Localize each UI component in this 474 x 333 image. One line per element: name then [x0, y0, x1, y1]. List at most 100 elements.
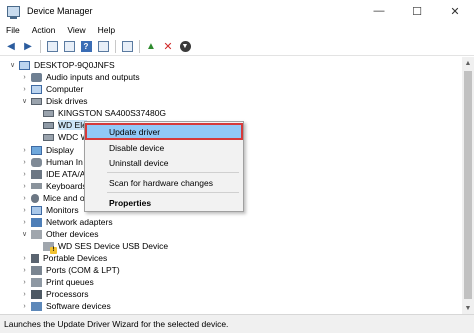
port-icon	[31, 265, 42, 275]
tree-item[interactable]: › Display	[20, 144, 74, 156]
back-arrow-icon[interactable]: ◀	[4, 40, 18, 54]
properties-menu-item[interactable]: Properties	[85, 196, 243, 209]
tree-item[interactable]: › Monitors	[20, 204, 78, 216]
toolbar-separator	[139, 40, 140, 53]
scrollbar-thumb[interactable]	[464, 71, 472, 299]
menu-view[interactable]: View	[61, 25, 91, 35]
tree-item[interactable]: › Computer	[20, 83, 83, 95]
menu-help[interactable]: Help	[92, 25, 121, 35]
warning-device-icon	[43, 241, 57, 254]
processor-icon	[31, 289, 42, 299]
collapse-chevron-icon[interactable]: ∨	[20, 230, 29, 238]
expand-chevron-icon[interactable]: ›	[20, 195, 29, 202]
menu-separator	[107, 192, 239, 193]
scan-hardware-icon[interactable]	[120, 40, 134, 54]
menu-file[interactable]: File	[0, 25, 26, 35]
tree-item[interactable]: › Mice and o	[20, 192, 85, 204]
context-menu: Update driver Disable device Uninstall d…	[84, 121, 244, 212]
expand-chevron-icon[interactable]: ›	[20, 267, 29, 274]
disable-device-menu-item[interactable]: Disable device	[85, 141, 243, 154]
expand-chevron-icon[interactable]: ›	[20, 171, 29, 178]
tree-label: Processors	[46, 289, 89, 299]
tree-label: Other devices	[46, 229, 99, 239]
tree-item[interactable]: › Print queues	[20, 276, 94, 288]
tree-label: Display	[46, 145, 74, 155]
close-button[interactable]: ✕	[436, 0, 474, 22]
tree-label: Print queues	[46, 277, 94, 287]
tree-root[interactable]: ∨ DESKTOP-9Q0JNFS	[8, 59, 115, 71]
toolbar-separator	[115, 40, 116, 53]
tree-label: Ports (COM & LPT)	[46, 265, 120, 275]
tree-item-selected[interactable]: WD Ele	[43, 119, 87, 131]
tree-label: Software devices	[46, 301, 111, 311]
disk-drive-icon	[43, 109, 54, 117]
update-driver-menu-item[interactable]: Update driver	[85, 123, 243, 140]
status-bar: Launches the Update Driver Wizard for th…	[0, 314, 474, 333]
tree-item[interactable]: › Network adapters	[20, 216, 113, 228]
device-manager-icon	[7, 5, 20, 19]
tree-item[interactable]: › Audio inputs and outputs	[20, 71, 139, 83]
computer-icon	[19, 60, 30, 70]
scan-hardware-menu-item[interactable]: Scan for hardware changes	[85, 176, 243, 189]
window-controls: — ☐ ✕	[360, 0, 474, 22]
title-bar: Device Manager — ☐ ✕	[0, 0, 474, 22]
expand-chevron-icon[interactable]: ›	[20, 255, 29, 262]
tree-label: Computer	[46, 84, 84, 94]
expand-chevron-icon[interactable]: ›	[20, 279, 29, 286]
tree-label: Mice and o	[43, 193, 85, 203]
network-adapter-icon	[31, 217, 42, 227]
scroll-down-arrow-icon[interactable]: ▼	[462, 302, 474, 314]
tree-label: KINGSTON SA400S37480G	[58, 108, 167, 118]
menu-separator	[107, 172, 239, 173]
expand-chevron-icon[interactable]: ›	[20, 183, 29, 190]
menu-bar: File Action View Help	[0, 22, 474, 38]
tree-item[interactable]: WD SES Device USB Device	[43, 240, 169, 254]
window-title: Device Manager	[27, 6, 93, 16]
expand-chevron-icon[interactable]: ›	[20, 159, 29, 166]
tree-label: Keyboards	[46, 181, 87, 191]
tree-item[interactable]: › Processors	[20, 288, 89, 300]
collapse-chevron-icon[interactable]: ∨	[20, 97, 29, 105]
disk-drive-icon	[43, 133, 54, 141]
expand-chevron-icon[interactable]: ›	[20, 74, 29, 81]
tree-item[interactable]: › Ports (COM & LPT)	[20, 264, 120, 276]
tree-item[interactable]: › Keyboards	[20, 180, 87, 192]
menu-action[interactable]: Action	[26, 25, 62, 35]
uninstall-device-menu-item[interactable]: Uninstall device	[85, 156, 243, 169]
tree-item[interactable]: WDC W	[43, 131, 89, 143]
forward-arrow-icon[interactable]: ▶	[21, 40, 35, 54]
maximize-button[interactable]: ☐	[398, 0, 436, 22]
scroll-up-arrow-icon[interactable]: ▲	[462, 57, 474, 69]
portable-device-icon	[31, 253, 39, 263]
toolbar-separator	[40, 40, 41, 53]
expand-chevron-icon[interactable]: ›	[20, 147, 29, 154]
tree-label: Network adapters	[46, 217, 113, 227]
tree-label: Portable Devices	[43, 253, 108, 263]
enable-device-icon[interactable]: ▼	[178, 40, 192, 54]
show-hide-console-tree-icon[interactable]	[45, 40, 59, 54]
tree-item[interactable]: KINGSTON SA400S37480G	[43, 107, 166, 119]
disk-drive-icon	[31, 97, 42, 105]
collapse-chevron-icon[interactable]: ∨	[8, 61, 17, 69]
tree-item[interactable]: ∨ Other devices	[20, 228, 99, 240]
expand-chevron-icon[interactable]: ›	[20, 303, 29, 310]
expand-chevron-icon[interactable]: ›	[20, 86, 29, 93]
expand-chevron-icon[interactable]: ›	[20, 207, 29, 214]
tree-label: WD SES Device USB Device	[58, 241, 169, 251]
tree-label: WD Ele	[58, 120, 87, 130]
expand-chevron-icon[interactable]: ›	[20, 219, 29, 226]
tree-item[interactable]: ∨ Disk drives	[20, 95, 88, 107]
expand-chevron-icon[interactable]: ›	[20, 291, 29, 298]
help-icon[interactable]: ?	[79, 40, 93, 54]
action-pane-icon[interactable]	[96, 40, 110, 54]
vertical-scrollbar[interactable]: ▲ ▼	[462, 57, 474, 314]
update-driver-icon[interactable]: ▲	[144, 40, 158, 54]
tree-item[interactable]: › Human In	[20, 156, 83, 168]
tree-item[interactable]: › Software devices	[20, 300, 111, 312]
printer-icon	[31, 277, 42, 287]
minimize-button[interactable]: —	[360, 0, 398, 22]
tree-item[interactable]: › Portable Devices	[20, 252, 107, 264]
uninstall-device-icon[interactable]: ✕	[161, 40, 175, 54]
toolbar: ◀ ▶ ? ▲ ✕ ▼	[0, 38, 474, 56]
properties-icon[interactable]	[62, 40, 76, 54]
